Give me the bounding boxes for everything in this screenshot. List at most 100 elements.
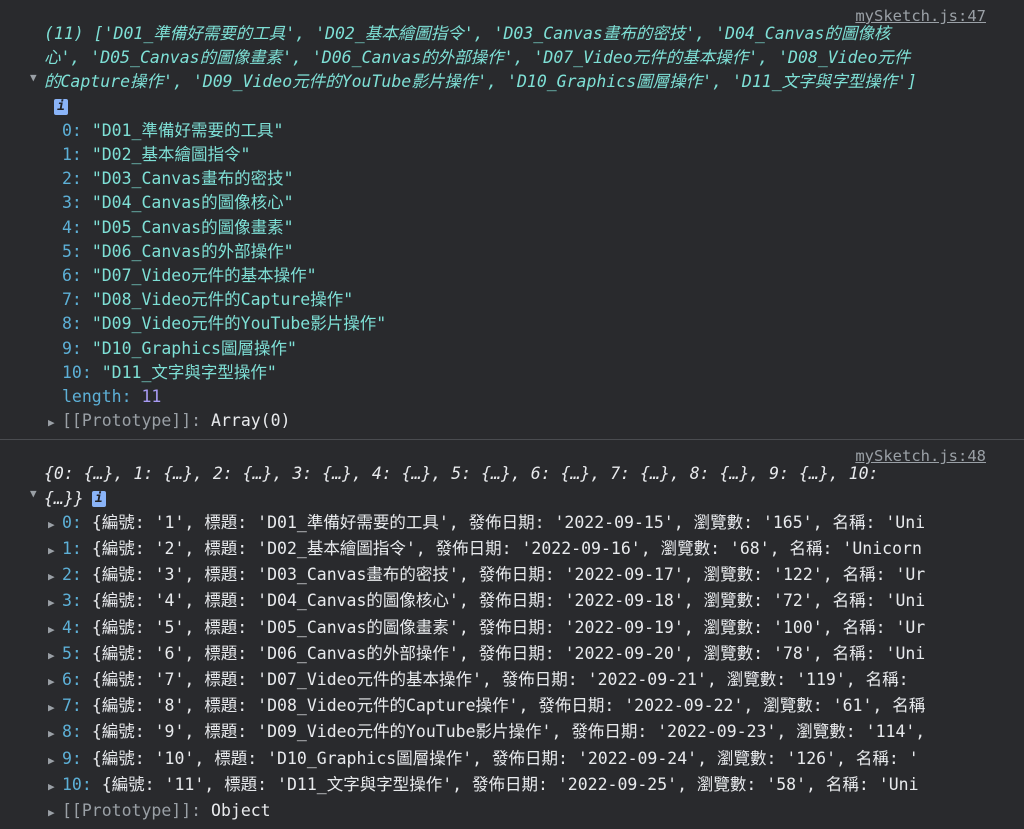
prototype-value: Object bbox=[211, 801, 271, 821]
array-item: 0: "D01_準備好需要的工具" bbox=[0, 119, 1024, 143]
array-item-index: 5: bbox=[62, 241, 82, 261]
triangle-right-icon[interactable]: ▶ bbox=[48, 670, 62, 694]
array-item: 5: "D06_Canvas的外部操作" bbox=[0, 240, 1024, 264]
object-row-preview: {編號: '5', 標題: 'D05_Canvas的圖像畫素', 發佈日期: '… bbox=[91, 617, 926, 637]
info-icon[interactable]: i bbox=[91, 491, 106, 508]
object-row[interactable]: ▶ 2: {編號: '3', 標題: 'D03_Canvas畫布的密技', 發佈日… bbox=[0, 563, 998, 589]
array-items: 0: "D01_準備好需要的工具" 1: "D02_基本繪圖指令" 2: "D03_… bbox=[0, 119, 1024, 385]
object-row[interactable]: ▶ 5: {編號: '6', 標題: 'D06_Canvas的外部操作', 發佈日… bbox=[0, 642, 998, 668]
object-row[interactable]: ▶ 8: {編號: '9', 標題: 'D09_Video元件的YouTube影片… bbox=[0, 720, 998, 746]
object-row-preview: {編號: '2', 標題: 'D02_基本繪圖指令', 發佈日期: '2022-… bbox=[91, 539, 922, 559]
array-item-value: "D11_文字與字型操作" bbox=[101, 362, 277, 382]
triangle-right-icon[interactable]: ▶ bbox=[48, 591, 62, 615]
array-item: 10: "D11_文字與字型操作" bbox=[0, 361, 1024, 385]
triangle-right-icon[interactable]: ▶ bbox=[48, 801, 62, 825]
object-row-preview: {編號: '8', 標題: 'D08_Video元件的Capture操作', 發… bbox=[91, 696, 926, 716]
object-row[interactable]: ▶ 0: {編號: '1', 標題: 'D01_準備好需要的工具', 發佈日期: … bbox=[0, 511, 998, 537]
triangle-right-icon[interactable]: ▶ bbox=[48, 696, 62, 720]
object-row-index: 4: bbox=[62, 617, 82, 637]
array-item-value: "D07_Video元件的基本操作" bbox=[91, 266, 317, 286]
array-item-index: 9: bbox=[62, 338, 82, 358]
array-summary-line-2: 心', 'D05_Canvas的圖像畫素', 'D06_Canvas的外部操作'… bbox=[44, 48, 911, 68]
array-item-index: 0: bbox=[62, 120, 82, 140]
array-item: 3: "D04_Canvas的圖像核心" bbox=[0, 191, 1024, 215]
array-item: 2: "D03_Canvas畫布的密技" bbox=[0, 167, 1024, 191]
array-item-index: 2: bbox=[62, 169, 82, 189]
array-item-value: "D04_Canvas的圖像核心" bbox=[91, 193, 294, 213]
array-item: 7: "D08_Video元件的Capture操作" bbox=[0, 288, 1024, 312]
array-item-index: 4: bbox=[62, 217, 82, 237]
array-item-index: 3: bbox=[62, 193, 82, 213]
array-item-index: 1: bbox=[62, 145, 82, 165]
triangle-right-icon[interactable]: ▶ bbox=[48, 513, 62, 537]
array-summary[interactable]: ▼ (11) ['D01_準備好需要的工具', 'D02_基本繪圖指令', 'D… bbox=[0, 0, 1024, 119]
triangle-right-icon[interactable]: ▶ bbox=[48, 749, 62, 773]
object-row-index: 5: bbox=[62, 643, 82, 663]
object-row-preview: {編號: '4', 標題: 'D04_Canvas的圖像核心', 發佈日期: '… bbox=[91, 591, 926, 611]
console-message-object: mySketch.js:48 ▼ {0: {…}, 1: {…}, 2: {…}… bbox=[0, 439, 1024, 829]
object-row[interactable]: ▶ 7: {編號: '8', 標題: 'D08_Video元件的Capture操作… bbox=[0, 694, 998, 720]
triangle-right-icon[interactable]: ▶ bbox=[48, 565, 62, 589]
array-item-index: 7: bbox=[62, 290, 82, 310]
triangle-right-icon[interactable]: ▶ bbox=[48, 722, 62, 746]
array-item-value: "D03_Canvas畫布的密技" bbox=[91, 169, 294, 189]
array-item-value: "D02_基本繪圖指令" bbox=[91, 145, 251, 165]
triangle-down-icon[interactable]: ▼ bbox=[30, 66, 37, 90]
prototype-key: [[Prototype]]: bbox=[62, 411, 202, 431]
object-row-index: 2: bbox=[62, 565, 82, 585]
object-row[interactable]: ▶ 3: {編號: '4', 標題: 'D04_Canvas的圖像核心', 發佈日… bbox=[0, 589, 998, 615]
object-row-index: 3: bbox=[62, 591, 82, 611]
array-item-index: 6: bbox=[62, 266, 82, 286]
array-item-value: "D05_Canvas的圖像畫素" bbox=[91, 217, 294, 237]
object-row-index: 0: bbox=[62, 512, 82, 532]
array-item-index: 8: bbox=[62, 314, 82, 334]
array-item-value: "D09_Video元件的YouTube影片操作" bbox=[91, 314, 387, 334]
length-key: length: bbox=[62, 387, 132, 407]
object-row-index: 10: bbox=[62, 774, 92, 794]
object-row-preview: {編號: '6', 標題: 'D06_Canvas的外部操作', 發佈日期: '… bbox=[91, 643, 926, 663]
object-row-index: 6: bbox=[62, 670, 82, 690]
info-icon[interactable]: i bbox=[54, 99, 68, 116]
console-message-array: mySketch.js:47 ▼ (11) ['D01_準備好需要的工具', '… bbox=[0, 0, 1024, 439]
array-item: 4: "D05_Canvas的圖像畫素" bbox=[0, 216, 1024, 240]
triangle-right-icon[interactable]: ▶ bbox=[48, 411, 62, 435]
object-row-preview: {編號: '3', 標題: 'D03_Canvas畫布的密技', 發佈日期: '… bbox=[91, 565, 926, 585]
array-summary-line-3: 的Capture操作', 'D09_Video元件的YouTube影片操作', … bbox=[44, 72, 917, 92]
prototype-value: Array(0) bbox=[211, 411, 291, 431]
array-item: 1: "D02_基本繪圖指令" bbox=[0, 143, 1024, 167]
array-item-value: "D08_Video元件的Capture操作" bbox=[91, 290, 354, 310]
array-item: 8: "D09_Video元件的YouTube影片操作" bbox=[0, 312, 1024, 336]
object-row-preview: {編號: '1', 標題: 'D01_準備好需要的工具', 發佈日期: '202… bbox=[91, 512, 926, 532]
object-row-preview: {編號: '11', 標題: 'D11_文字與字型操作', 發佈日期: '202… bbox=[101, 774, 919, 794]
array-item: 9: "D10_Graphics圖層操作" bbox=[0, 337, 1024, 361]
array-item: 6: "D07_Video元件的基本操作" bbox=[0, 264, 1024, 288]
object-summary-line-1: {0: {…}, 1: {…}, 2: {…}, 3: {…}, 4: {…},… bbox=[44, 464, 879, 484]
object-row[interactable]: ▶ 1: {編號: '2', 標題: 'D02_基本繪圖指令', 發佈日期: '2… bbox=[0, 537, 998, 563]
array-item-value: "D01_準備好需要的工具" bbox=[91, 120, 284, 140]
triangle-right-icon[interactable]: ▶ bbox=[48, 539, 62, 563]
object-row[interactable]: ▶ 9: {編號: '10', 標題: 'D10_Graphics圖層操作', 發… bbox=[0, 747, 998, 773]
object-row[interactable]: ▶ 4: {編號: '5', 標題: 'D05_Canvas的圖像畫素', 發佈日… bbox=[0, 616, 998, 642]
array-item-value: "D06_Canvas的外部操作" bbox=[91, 241, 294, 261]
length-value: 11 bbox=[141, 387, 162, 407]
object-summary-line-2: {…}} bbox=[44, 488, 84, 508]
array-summary-line-1: (11) ['D01_準備好需要的工具', 'D02_基本繪圖指令', 'D03… bbox=[44, 24, 891, 43]
array-item-value: "D10_Graphics圖層操作" bbox=[91, 338, 297, 358]
triangle-right-icon[interactable]: ▶ bbox=[48, 618, 62, 642]
object-row[interactable]: ▶ 6: {編號: '7', 標題: 'D07_Video元件的基本操作', 發佈… bbox=[0, 668, 998, 694]
array-item-index: 10: bbox=[62, 362, 92, 382]
object-row-preview: {編號: '10', 標題: 'D10_Graphics圖層操作', 發佈日期:… bbox=[91, 748, 919, 768]
object-row-index: 9: bbox=[62, 748, 82, 768]
triangle-down-icon[interactable]: ▼ bbox=[30, 482, 37, 506]
object-summary[interactable]: ▼ {0: {…}, 1: {…}, 2: {…}, 3: {…}, 4: {…… bbox=[0, 440, 1024, 510]
triangle-right-icon[interactable]: ▶ bbox=[48, 644, 62, 668]
prototype-row[interactable]: ▶ [[Prototype]]: Object bbox=[0, 799, 1024, 825]
object-row-preview: {編號: '7', 標題: 'D07_Video元件的基本操作', 發佈日期: … bbox=[91, 670, 909, 690]
object-row-index: 8: bbox=[62, 722, 82, 742]
array-length: length: 11 bbox=[0, 385, 1024, 409]
object-row-index: 1: bbox=[62, 539, 82, 559]
object-row-preview: {編號: '9', 標題: 'D09_Video元件的YouTube影片操作',… bbox=[91, 722, 926, 742]
object-rows: ▶ 0: {編號: '1', 標題: 'D01_準備好需要的工具', 發佈日期: … bbox=[0, 511, 1024, 799]
triangle-right-icon[interactable]: ▶ bbox=[48, 775, 62, 799]
prototype-row[interactable]: ▶ [[Prototype]]: Array(0) bbox=[0, 409, 1024, 435]
